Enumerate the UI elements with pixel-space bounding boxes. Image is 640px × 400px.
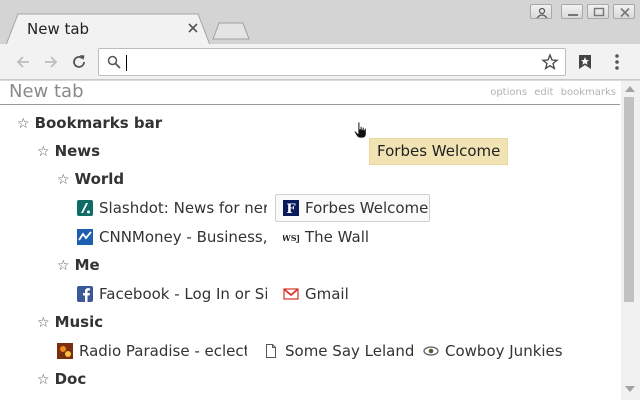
person-icon [536, 7, 548, 18]
bookmark-label: Slashdot: News for nerds, stuff that mat… [99, 199, 267, 217]
new-tab-button[interactable] [212, 22, 250, 40]
folder-label: Me [74, 256, 100, 274]
options-link[interactable]: options [490, 87, 527, 98]
text-caret [126, 55, 127, 71]
tooltip: Forbes Welcome [369, 138, 508, 165]
radio-paradise-icon [57, 343, 73, 359]
maximize-icon [593, 7, 605, 17]
bookmark-label: Facebook - Log In or Sign Up [99, 285, 267, 303]
omnibox[interactable] [98, 48, 566, 76]
bookmark-forbes[interactable]: F Forbes Welcome [275, 194, 430, 222]
folder-music[interactable]: ☆ Music [37, 313, 103, 331]
forward-arrow-icon [45, 56, 58, 68]
bookmark-label: The Wall Street Journal [305, 228, 369, 246]
close-tab-icon[interactable] [187, 19, 201, 37]
cnnmoney-icon [77, 229, 93, 245]
document-icon [263, 343, 279, 359]
bookmark-facebook[interactable]: Facebook - Log In or Sign Up [77, 282, 267, 306]
search-icon [107, 55, 121, 69]
back-arrow-icon [16, 56, 29, 68]
wsj-icon: WSJ [283, 229, 299, 245]
reload-icon [73, 55, 85, 68]
star-icon: ☆ [57, 258, 70, 274]
facebook-icon [77, 286, 93, 302]
folder-label: Doc [54, 370, 87, 388]
bookmark-cowboy-junkies[interactable]: Cowboy Junkies [423, 339, 573, 363]
reload-button[interactable] [70, 53, 88, 71]
star-icon: ☆ [17, 116, 30, 132]
folder-bookmarks-bar[interactable]: ☆ Bookmarks bar [17, 114, 162, 132]
header-divider [0, 104, 620, 105]
folder-label: News [54, 142, 101, 160]
star-icon: ☆ [37, 372, 50, 388]
star-icon: ☆ [37, 144, 50, 160]
bookmark-radio-paradise[interactable]: Radio Paradise - eclectic online radio [57, 339, 247, 363]
bookmark-label: Gmail [305, 285, 349, 303]
folder-news[interactable]: ☆ News [37, 142, 100, 160]
bookmark-label: CNNMoney - Business, financial and perso… [99, 228, 267, 246]
header-links: options edit bookmarks [487, 87, 616, 98]
back-button[interactable] [14, 53, 32, 71]
bookmarks-link[interactable]: bookmarks [561, 87, 616, 98]
bookmark-cnnmoney[interactable]: CNNMoney - Business, financial and perso… [77, 225, 267, 249]
extension-bookmark-icon[interactable] [576, 53, 594, 71]
folder-world[interactable]: ☆ World [57, 170, 124, 188]
forward-button[interactable] [42, 53, 60, 71]
toolbar [0, 44, 640, 80]
star-icon: ☆ [57, 172, 70, 188]
bookmark-some-say-leland[interactable]: Some Say Leland [263, 339, 413, 363]
scroll-thumb[interactable] [624, 97, 634, 302]
page-content: New tab options edit bookmarks ☆ Bookmark… [0, 81, 640, 400]
slashdot-icon [77, 200, 93, 216]
scroll-down-arrow-icon[interactable] [625, 386, 635, 392]
menu-icon[interactable] [612, 53, 622, 71]
bookmark-slashdot[interactable]: Slashdot: News for nerds, stuff that mat… [77, 196, 267, 220]
gmail-icon [283, 286, 299, 302]
bookmark-label: Cowboy Junkies [445, 342, 563, 360]
svg-text:WSJ: WSJ [283, 233, 299, 243]
bookmark-gmail[interactable]: Gmail [283, 282, 363, 306]
close-window-button[interactable] [613, 4, 635, 19]
bookmark-label: Forbes Welcome [305, 199, 429, 217]
minimize-icon [568, 14, 578, 16]
bookmark-label: Some Say Leland [285, 342, 413, 360]
maximize-button[interactable] [587, 4, 609, 19]
tab-title: New tab [27, 20, 90, 38]
bookmark-star-icon[interactable] [541, 53, 559, 71]
title-bar: New tab [0, 0, 640, 45]
folder-me[interactable]: ☆ Me [57, 256, 100, 274]
star-icon: ☆ [37, 315, 50, 331]
close-window-icon [620, 7, 630, 18]
profile-button[interactable] [530, 4, 552, 19]
eye-icon [423, 343, 439, 359]
hand-cursor-icon [353, 121, 367, 139]
folder-doc[interactable]: ☆ Doc [37, 370, 86, 388]
folder-label: World [74, 170, 125, 188]
tab-new-tab[interactable]: New tab [6, 13, 211, 45]
page-title: New tab [9, 81, 84, 102]
folder-label: Music [54, 313, 104, 331]
bookmark-label: Radio Paradise - eclectic online radio [79, 342, 247, 360]
minimize-button[interactable] [561, 4, 583, 19]
svg-text:F: F [286, 202, 296, 216]
folder-label: Bookmarks bar [34, 114, 163, 132]
bookmark-wsj[interactable]: WSJ The Wall Street Journal [283, 225, 369, 249]
forbes-icon: F [283, 200, 299, 216]
edit-link[interactable]: edit [534, 87, 553, 98]
scroll-up-arrow-icon[interactable] [625, 86, 635, 92]
vertical-scrollbar[interactable] [621, 81, 640, 400]
